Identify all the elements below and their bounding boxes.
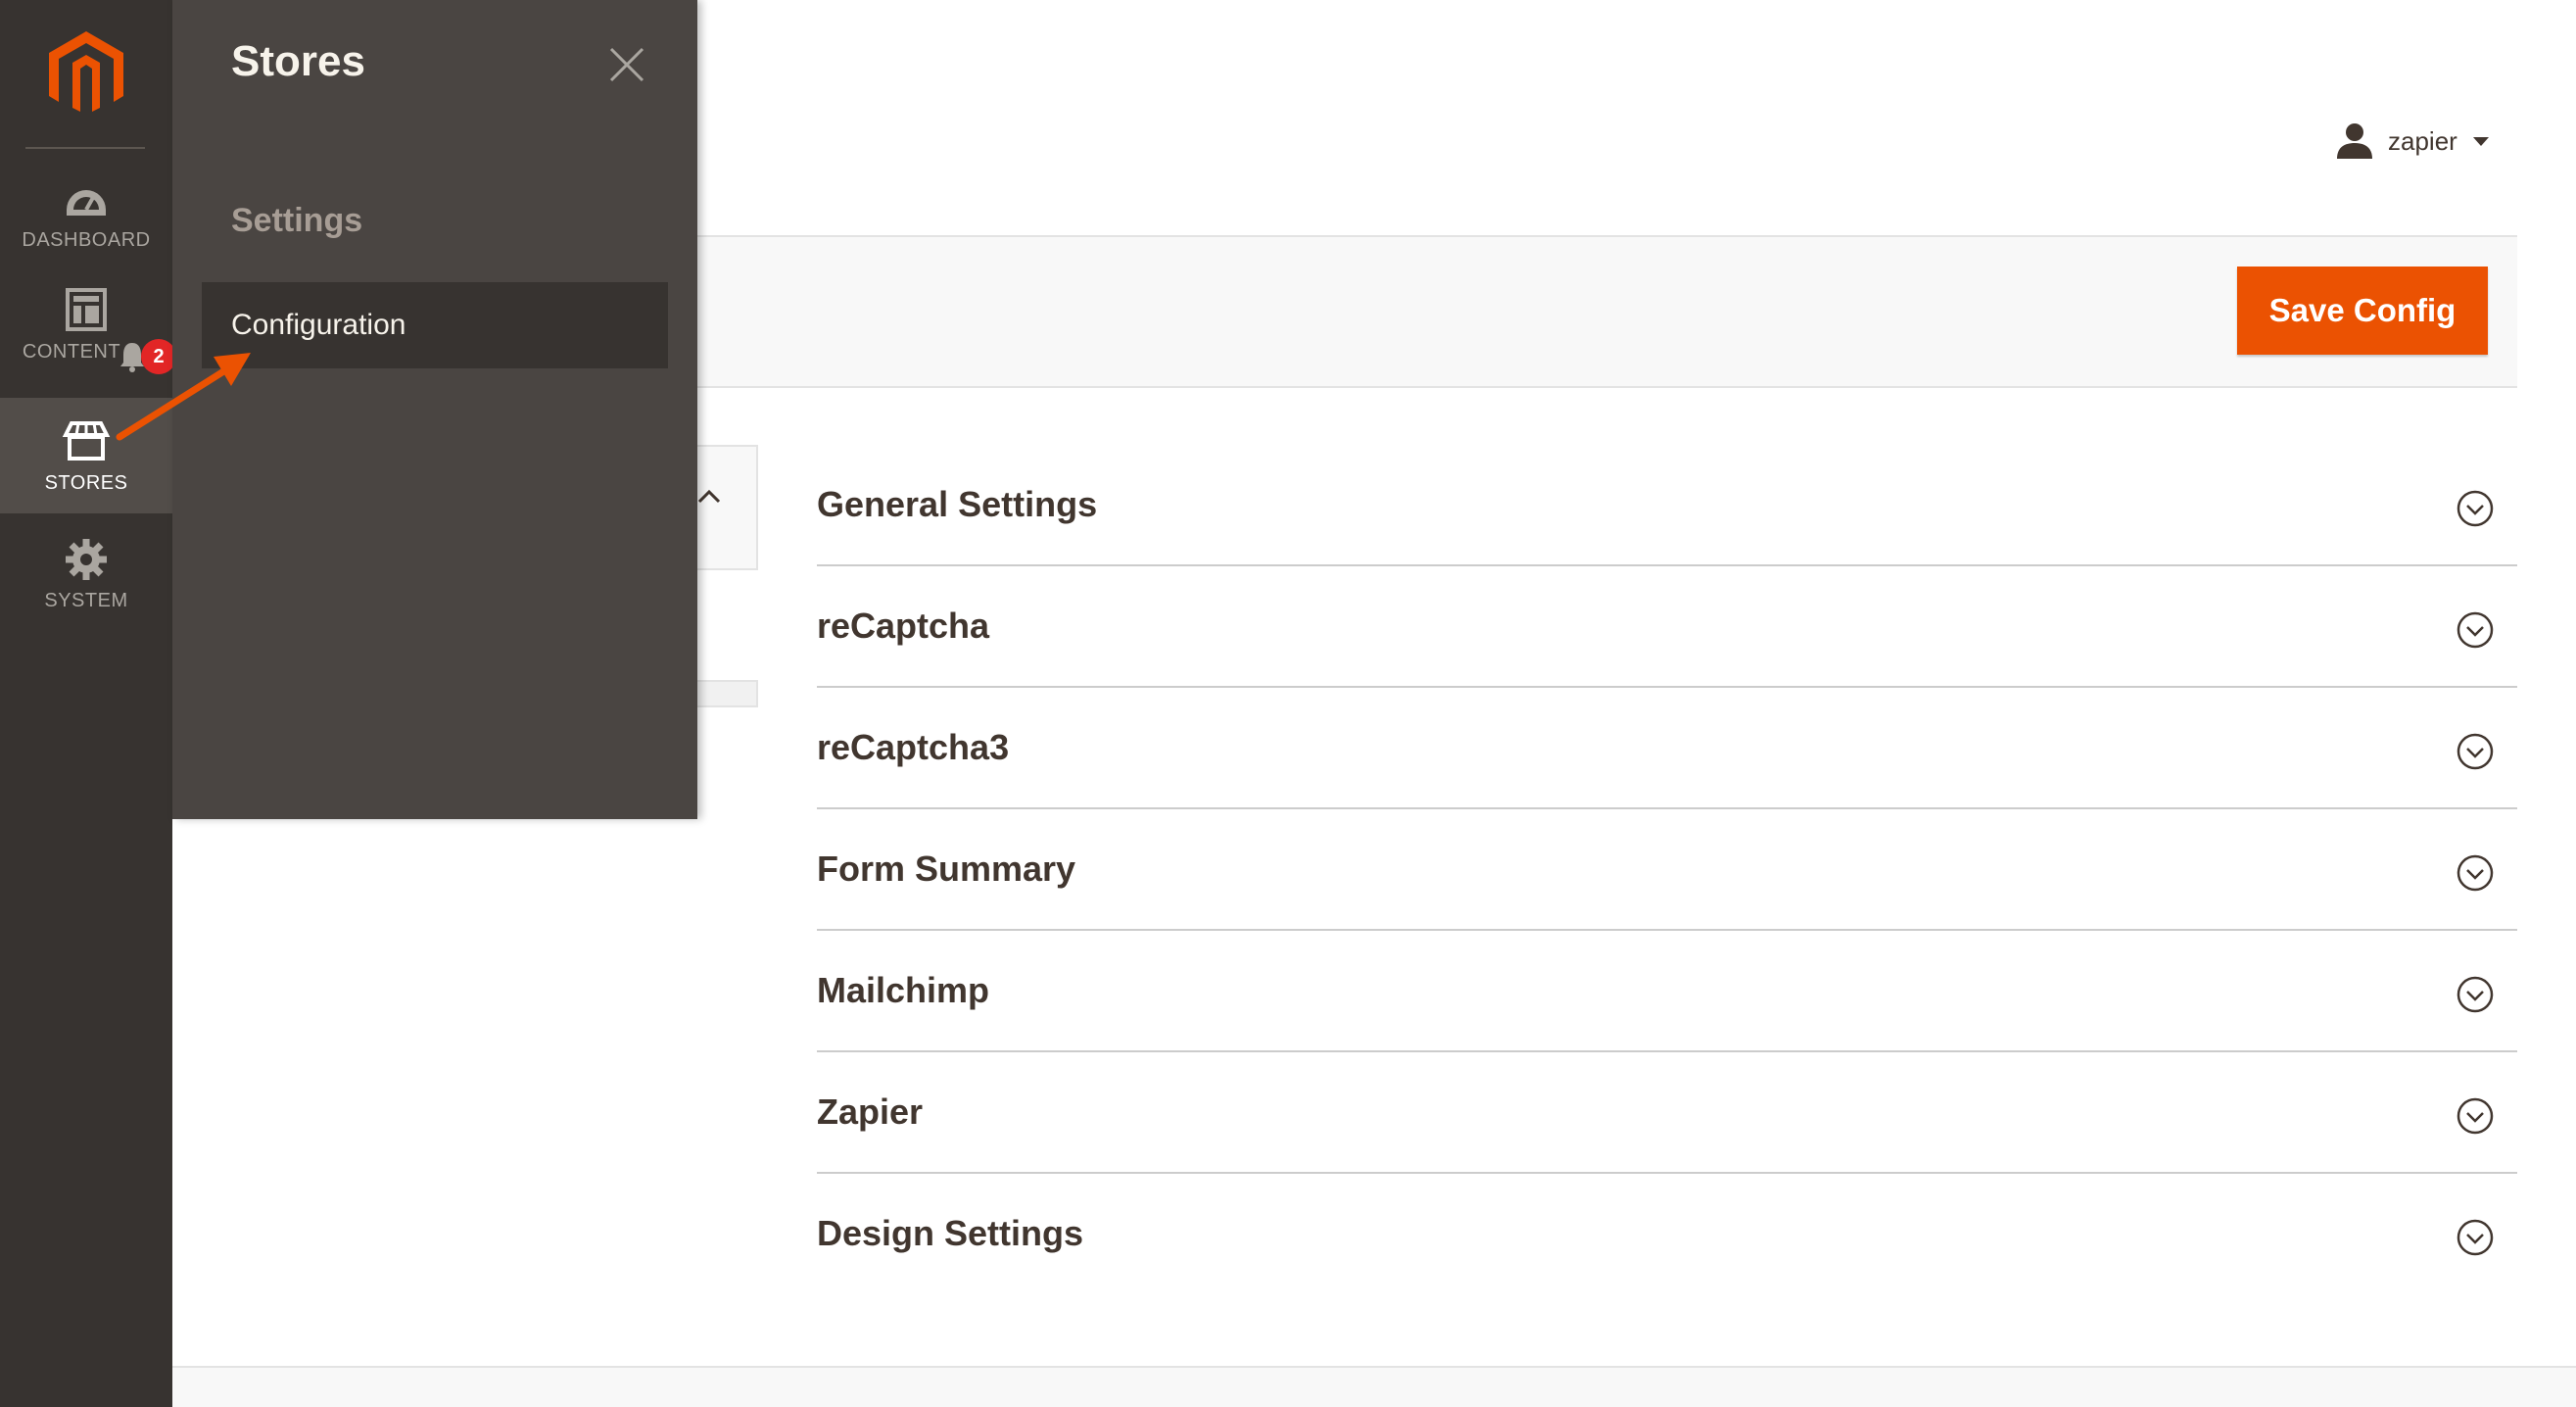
expand-circle-icon[interactable] — [2457, 854, 2494, 892]
nav-divider — [25, 147, 145, 149]
section-form-summary[interactable]: Form Summary — [817, 809, 2517, 931]
section-title: Design Settings — [817, 1213, 1084, 1253]
section-title: Form Summary — [817, 849, 1076, 889]
nav-label-content: CONTENT — [22, 341, 121, 363]
content-icon — [66, 288, 107, 331]
gear-icon — [66, 539, 107, 580]
section-title: General Settings — [817, 484, 1098, 524]
footer — [172, 1368, 2576, 1407]
save-config-button[interactable]: Save Config — [2237, 267, 2488, 355]
nav-label-stores: STORES — [44, 472, 128, 494]
configuration-link[interactable]: Configuration — [202, 282, 668, 368]
expand-circle-icon[interactable] — [2457, 1219, 2494, 1256]
magento-logo-icon[interactable] — [49, 31, 123, 118]
user-menu[interactable]: zapier — [2335, 121, 2489, 161]
flyout-section-heading: Settings — [231, 202, 363, 239]
stores-icon — [62, 421, 111, 461]
nav-item-system[interactable]: SYSTEM — [0, 537, 172, 653]
nav-item-dashboard[interactable]: DASHBOARD — [0, 176, 172, 292]
nav-label-dashboard: DASHBOARD — [22, 229, 151, 251]
admin-sidebar: DASHBOARD CONTENT STORES SYSTEM 2 — [0, 0, 176, 1407]
section-zapier[interactable]: Zapier — [817, 1052, 2517, 1174]
config-sections: General Settings reCaptcha reCaptcha3 Fo… — [817, 445, 2517, 1293]
chevron-up-icon[interactable] — [695, 486, 723, 508]
close-icon[interactable] — [607, 45, 646, 84]
section-title: reCaptcha — [817, 606, 990, 646]
section-title: Mailchimp — [817, 970, 990, 1010]
section-recaptcha[interactable]: reCaptcha — [817, 566, 2517, 688]
section-mailchimp[interactable]: Mailchimp — [817, 931, 2517, 1052]
nav-label-system: SYSTEM — [44, 590, 128, 611]
expand-circle-icon[interactable] — [2457, 733, 2494, 770]
expand-circle-icon[interactable] — [2457, 490, 2494, 527]
dashboard-icon — [67, 190, 106, 216]
user-icon — [2337, 123, 2372, 159]
section-design-settings[interactable]: Design Settings — [817, 1174, 2517, 1293]
section-title: reCaptcha3 — [817, 727, 1010, 767]
username: zapier — [2388, 125, 2457, 156]
section-general-settings[interactable]: General Settings — [817, 445, 2517, 566]
flyout-title: Stores — [231, 37, 365, 85]
expand-circle-icon[interactable] — [2457, 611, 2494, 649]
chevron-down-icon — [2472, 136, 2489, 146]
section-recaptcha3[interactable]: reCaptcha3 — [817, 688, 2517, 809]
expand-circle-icon[interactable] — [2457, 1097, 2494, 1135]
expand-circle-icon[interactable] — [2457, 976, 2494, 1013]
section-title: Zapier — [817, 1092, 924, 1132]
annotation-arrow-icon — [116, 353, 251, 441]
